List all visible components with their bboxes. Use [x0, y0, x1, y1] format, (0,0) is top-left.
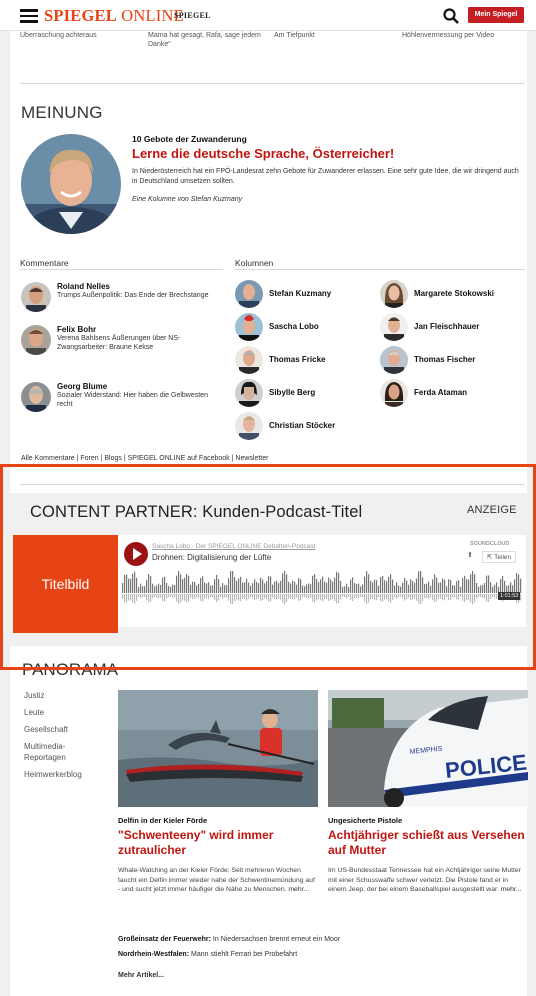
kolumnist-item[interactable]: Ferda Ataman [380, 379, 467, 407]
panorama-article[interactable]: Ungesicherte Pistole Achtjähriger schieß… [328, 816, 528, 895]
track-artist[interactable]: Sascha Lobo - Der SPIEGEL ONLINE Debatte… [152, 543, 315, 550]
search-icon[interactable] [443, 8, 459, 24]
article-teaser: In Niederösterreich hat ein FPÖ-Landesra… [132, 168, 519, 185]
kolumnist-item[interactable]: Christian Stöcker [235, 412, 335, 440]
soundcloud-player[interactable]: Sascha Lobo - Der SPIEGEL ONLINE Debatte… [118, 535, 526, 627]
avatar [235, 346, 263, 374]
avatar [21, 382, 51, 412]
teaser-cut-4[interactable]: Höhlenvermessung per Video [402, 31, 532, 40]
subnav-heimwerkerblog[interactable]: Heimwerkerblog [24, 769, 86, 780]
share-icon: ⇱ [487, 554, 493, 561]
article-headline[interactable]: "Schwenteeny" wird immer zutraulicher [118, 828, 318, 858]
kommentare-label[interactable]: Kommentare [20, 258, 69, 268]
mini-teaser-2[interactable]: Nordrhein-Westfalen: Mann stiehlt Ferrar… [118, 951, 297, 958]
divider [20, 484, 525, 485]
divider [235, 269, 525, 270]
divider [20, 83, 525, 84]
article-byline: Eine Kolumne von Stefan Kuzmany [132, 196, 243, 203]
teaser-cut-3[interactable]: Am Tiefpunkt [274, 31, 364, 40]
share-button[interactable]: ⇱ Teilen [482, 551, 517, 563]
section-title-meinung[interactable]: MEINUNG [21, 103, 103, 123]
avatar [235, 313, 263, 341]
meinung-footer-links[interactable]: Alle Kommentare | Foren | Blogs | SPIEGE… [21, 455, 268, 462]
subnav-multimedia[interactable]: Multimedia-Reportagen [24, 741, 86, 763]
soundcloud-logo[interactable]: SOUNDCLOUD [470, 541, 509, 547]
meinung-lead-article[interactable]: 10 Gebote der Zuwanderung Lerne die deut… [132, 134, 522, 205]
track-title[interactable]: Drohnen: Digitalisierung der Lüfte [152, 553, 271, 562]
avatar [21, 282, 51, 312]
avatar [380, 379, 408, 407]
article-kicker: Ungesicherte Pistole [328, 816, 403, 825]
subnav-gesellschaft[interactable]: Gesellschaft [24, 724, 86, 735]
author-photo-stefan-kuzmany[interactable] [21, 134, 121, 234]
article-kicker: Delfin in der Kieler Förde [118, 816, 208, 825]
kommentar-item[interactable]: Georg Blume Sozialer Widerstand: Hier hab… [21, 382, 221, 412]
mini-teaser-1[interactable]: Großeinsatz der Feuerwehr: In Niedersach… [118, 936, 340, 943]
kolumnist-item[interactable]: Sibylle Berg [235, 379, 315, 407]
play-icon[interactable] [124, 542, 148, 566]
track-duration: 1:01:53 [498, 592, 521, 600]
avatar [380, 313, 408, 341]
kolumnist-item[interactable]: Margarete Stokowski [380, 280, 494, 308]
kolumnist-item[interactable]: Thomas Fischer [380, 346, 475, 374]
avatar [380, 346, 408, 374]
article-headline[interactable]: Lerne die deutsche Sprache, Österreicher… [132, 146, 522, 161]
subnav-leute[interactable]: Leute [24, 707, 86, 718]
kolumnist-item[interactable]: Jan Fleischhauer [380, 313, 479, 341]
top-navigation-bar: SPIEGEL ONLINE SPIEGEL Mein Spiegel [0, 0, 536, 31]
anzeige-label: ANZEIGE [467, 504, 517, 516]
titelbild-placeholder[interactable]: Titelbild [13, 535, 118, 633]
divider [20, 269, 223, 270]
kolumnen-label[interactable]: Kolumnen [235, 258, 273, 268]
mein-spiegel-button[interactable]: Mein Spiegel [468, 7, 524, 23]
kolumnist-item[interactable]: Sascha Lobo [235, 313, 319, 341]
teaser-cut-1[interactable]: Überraschung achteraus [20, 31, 130, 40]
panorama-subnav: Justiz Leute Gesellschaft Multimedia-Rep… [24, 690, 86, 786]
kolumnist-item[interactable]: Stefan Kuzmany [235, 280, 331, 308]
avatar [235, 280, 263, 308]
kommentar-item[interactable]: Felix Bohr Verena Bahlsens Äußerungen übe… [21, 325, 226, 355]
panorama-article[interactable]: Delfin in der Kieler Förde "Schwenteeny"… [118, 816, 318, 895]
article-image-police-car[interactable]: POLICE MEMPHIS [328, 690, 528, 807]
more-link[interactable]: mehr... [288, 886, 309, 893]
more-articles-link[interactable]: Mehr Artikel... [118, 972, 164, 979]
article-kicker: 10 Gebote der Zuwanderung [132, 134, 247, 144]
teaser-cut-2[interactable]: Mama hat gesagt, Rafa, sage jedem Danke" [148, 31, 268, 49]
content-partner-title[interactable]: CONTENT PARTNER: Kunden-Podcast-Titel [30, 503, 362, 522]
spiegel-print-logo[interactable]: SPIEGEL [174, 11, 211, 20]
kolumnist-item[interactable]: Thomas Fricke [235, 346, 325, 374]
download-icon[interactable]: ⬆ [467, 551, 473, 559]
subnav-justiz[interactable]: Justiz [24, 690, 86, 701]
hamburger-menu-icon[interactable] [20, 9, 38, 23]
avatar [235, 412, 263, 440]
avatar [380, 280, 408, 308]
article-image-dolphin[interactable] [118, 690, 318, 807]
avatar [235, 379, 263, 407]
more-link[interactable]: mehr... [501, 886, 522, 893]
section-title-panorama[interactable]: PANORAMA [22, 660, 118, 680]
avatar [21, 325, 51, 355]
waveform[interactable] [122, 571, 522, 607]
article-headline[interactable]: Achtjähriger schießt aus Versehen auf Mu… [328, 828, 528, 858]
article-teaser: Im US-Bundesstaat Tennessee hat ein Acht… [328, 867, 522, 893]
article-teaser: Whale-Watching an der Kieler Förde: Seit… [118, 867, 315, 893]
kommentar-item[interactable]: Roland Nelles Trumps Außenpolitik: Das En… [21, 282, 221, 312]
spiegel-online-logo[interactable]: SPIEGEL ONLINE [44, 6, 184, 26]
